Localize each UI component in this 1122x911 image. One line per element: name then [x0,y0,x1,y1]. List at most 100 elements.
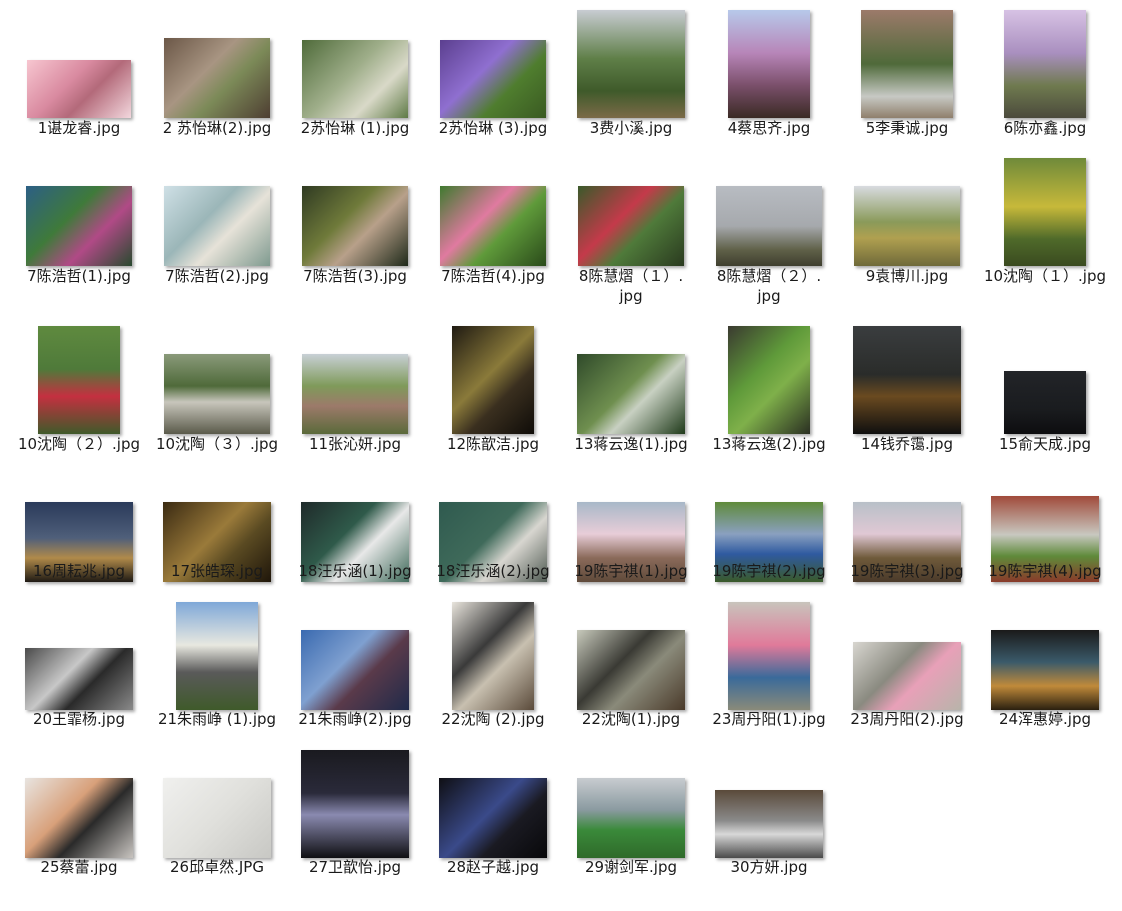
file-item[interactable]: 30方妍.jpg [700,748,838,911]
file-item[interactable]: 16周耘兆.jpg [10,472,148,615]
file-item[interactable]: 20王霏杨.jpg [10,600,148,763]
file-item[interactable]: 7陈浩哲(4).jpg [424,156,562,320]
image-thumbnail[interactable] [1004,158,1086,266]
image-thumbnail[interactable] [440,40,546,118]
file-item[interactable]: 28赵子越.jpg [424,748,562,911]
file-item[interactable]: 10沈陶（２）.jpg [10,324,148,488]
image-thumbnail[interactable] [302,186,408,266]
file-item[interactable]: 26邱卓然.JPG [148,748,286,911]
file-name: 1谌龙睿.jpg [37,119,121,137]
file-item[interactable]: 15俞天成.jpg [976,324,1114,488]
file-name: 13蒋云逸(1).jpg [574,435,688,453]
image-thumbnail[interactable] [164,38,270,118]
file-item[interactable]: 13蒋云逸(2).jpg [700,324,838,488]
file-item[interactable]: 22沈陶(1).jpg [562,600,700,763]
file-item[interactable]: 2 苏怡琳(2).jpg [148,8,286,172]
thumbnail-slot [148,324,286,434]
file-item[interactable]: 18汪乐涵(1).jpg [286,472,424,615]
image-thumbnail[interactable] [577,354,685,434]
file-item[interactable]: 21朱雨峥(2).jpg [286,600,424,763]
file-item[interactable]: 23周丹阳(2).jpg [838,600,976,763]
file-item[interactable]: 13蒋云逸(1).jpg [562,324,700,488]
image-thumbnail[interactable] [452,602,534,710]
image-thumbnail[interactable] [728,10,810,118]
image-thumbnail[interactable] [302,40,408,118]
image-thumbnail[interactable] [440,186,546,266]
image-thumbnail[interactable] [1004,10,1086,118]
file-item[interactable]: 23周丹阳(1).jpg [700,600,838,763]
image-thumbnail[interactable] [301,750,409,858]
image-thumbnail[interactable] [301,630,409,710]
file-item[interactable]: 10沈陶（１）.jpg [976,156,1114,320]
file-item[interactable]: 9袁博川.jpg [838,156,976,320]
file-item[interactable]: 5李秉诚.jpg [838,8,976,172]
file-item[interactable]: 7陈浩哲(2).jpg [148,156,286,320]
file-item[interactable]: 24浑惠婷.jpg [976,600,1114,763]
image-thumbnail[interactable] [728,326,810,434]
thumbnail-slot [286,748,424,858]
file-item[interactable]: 3费小溪.jpg [562,8,700,172]
file-name: 21朱雨峥(2).jpg [298,710,412,728]
file-item[interactable]: 25蔡蕾.jpg [10,748,148,911]
file-item[interactable]: 22沈陶 (2).jpg [424,600,562,763]
image-thumbnail[interactable] [163,778,271,858]
image-thumbnail[interactable] [1004,371,1086,434]
image-thumbnail[interactable] [716,186,822,266]
file-item[interactable]: 8陈慧熠（２）. jpg [700,156,838,320]
file-name: 4蔡思齐.jpg [727,119,811,137]
image-thumbnail[interactable] [853,326,961,434]
file-item[interactable]: 14钱乔霭.jpg [838,324,976,488]
image-thumbnail[interactable] [27,60,131,118]
image-thumbnail[interactable] [578,186,684,266]
file-item[interactable]: 2苏怡琳 (3).jpg [424,8,562,172]
file-item[interactable]: 1谌龙睿.jpg [10,8,148,172]
file-item[interactable]: 7陈浩哲(1).jpg [10,156,148,320]
image-thumbnail[interactable] [728,602,810,710]
thumbnail-slot [838,8,976,118]
image-thumbnail[interactable] [26,186,132,266]
image-thumbnail[interactable] [38,326,120,434]
file-item[interactable]: 11张沁妍.jpg [286,324,424,488]
file-item[interactable]: 12陈歆洁.jpg [424,324,562,488]
file-name: 5李秉诚.jpg [865,119,949,137]
file-name: 17张皓琛.jpg [170,562,264,580]
image-thumbnail[interactable] [715,790,823,858]
file-item[interactable]: 17张皓琛.jpg [148,472,286,615]
file-name: 20王霏杨.jpg [32,710,126,728]
image-thumbnail[interactable] [577,10,685,118]
image-thumbnail[interactable] [452,326,534,434]
file-item[interactable]: 18汪乐涵(2).jpg [424,472,562,615]
thumbnail-slot [10,600,148,710]
thumbnail-slot [424,600,562,710]
image-thumbnail[interactable] [25,648,133,710]
file-item[interactable]: 7陈浩哲(3).jpg [286,156,424,320]
file-item[interactable]: 19陈宇祺(3).jpg [838,472,976,615]
image-thumbnail[interactable] [439,778,547,858]
image-thumbnail[interactable] [854,186,960,266]
file-name: 8陈慧熠（２）. jpg [716,267,822,305]
image-thumbnail[interactable] [302,354,408,434]
image-thumbnail[interactable] [176,602,258,710]
image-thumbnail[interactable] [25,778,133,858]
file-item[interactable]: 19陈宇祺(1).jpg [562,472,700,615]
file-item[interactable]: 8陈慧熠（１）. jpg [562,156,700,320]
file-item[interactable]: 10沈陶（３）.jpg [148,324,286,488]
file-item[interactable]: 27卫歆怡.jpg [286,748,424,911]
file-item[interactable]: 19陈宇祺(4).jpg [976,472,1114,615]
image-thumbnail[interactable] [164,354,270,434]
image-thumbnail[interactable] [853,642,961,710]
file-name: 10沈陶（１）.jpg [983,267,1107,285]
image-thumbnail[interactable] [577,778,685,858]
file-item[interactable]: 19陈宇祺(2).jpg [700,472,838,615]
image-thumbnail[interactable] [577,630,685,710]
file-item[interactable]: 29谢剑军.jpg [562,748,700,911]
thumbnail-slot [976,324,1114,434]
image-thumbnail[interactable] [164,186,270,266]
image-thumbnail[interactable] [991,630,1099,710]
file-item[interactable]: 2苏怡琳 (1).jpg [286,8,424,172]
image-thumbnail[interactable] [861,10,953,118]
file-item[interactable]: 6陈亦鑫.jpg [976,8,1114,172]
file-item[interactable]: 4蔡思齐.jpg [700,8,838,172]
file-name: 15俞天成.jpg [998,435,1092,453]
file-item[interactable]: 21朱雨峥 (1).jpg [148,600,286,763]
